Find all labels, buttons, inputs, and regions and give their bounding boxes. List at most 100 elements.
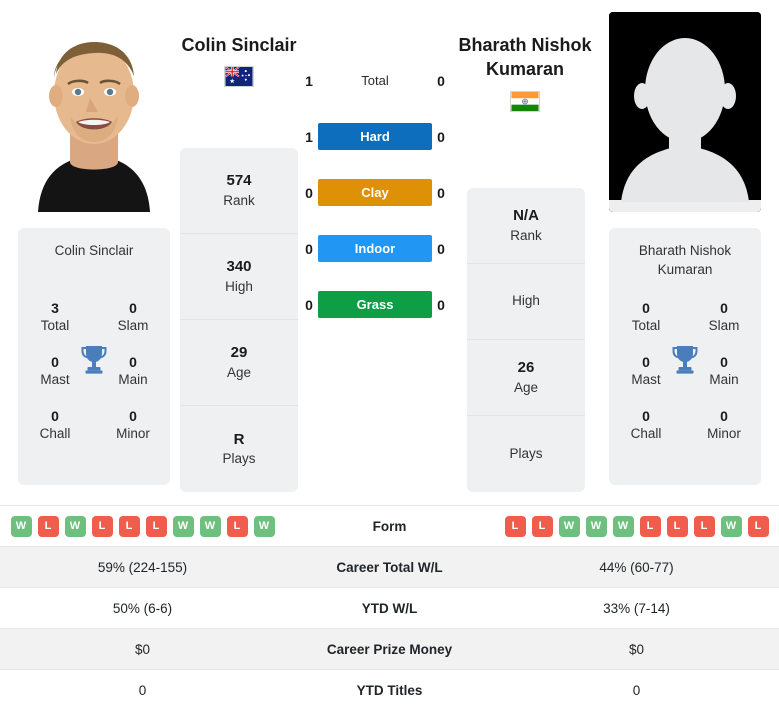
titles-label: Main	[118, 372, 148, 388]
right-player-name: Bharath Nishok Kumaran	[458, 35, 592, 80]
right-plays-label: Plays	[509, 445, 543, 461]
form-badge-loss[interactable]: L	[37, 515, 59, 537]
left-age-cell: 29 Age	[180, 320, 298, 406]
left-high-cell: 340 High	[180, 234, 298, 320]
left-high-label: High	[225, 278, 253, 294]
titles-label: Minor	[707, 426, 741, 442]
titles-value: 0	[129, 354, 137, 371]
row-label-career-wl: Career Total W/L	[285, 546, 494, 588]
right-rank-label: Rank	[510, 227, 542, 243]
head-to-head-panel: 1 Total 0 1 Hard 0 0 Clay 0 0 Indoor 0 0…	[300, 62, 450, 323]
right-titles-grid: 0 Total 0 Slam 0 Mast 0 Main 0 Chall 0 M…	[617, 290, 753, 452]
form-badge-loss[interactable]: L	[747, 515, 769, 537]
left-titles-grid: 3 Total 0 Slam 0 Mast 0 Main 0 Chall 0 M…	[26, 290, 162, 452]
form-badge-loss[interactable]: L	[693, 515, 715, 537]
left-ytd-wl: 50% (6-6)	[0, 587, 285, 629]
player-photo-placeholder-icon	[609, 12, 761, 212]
left-age-label: Age	[226, 364, 252, 380]
h2h-row-grass: 0 Grass 0	[300, 286, 450, 323]
titles-value: 0	[51, 408, 59, 425]
form-badge-win[interactable]: W	[172, 515, 194, 537]
left-age-value: 29	[230, 344, 248, 362]
titles-main: 0 Main	[104, 353, 162, 389]
right-player-photo[interactable]	[609, 12, 761, 212]
table-row-career-prize: $0 Career Prize Money $0	[0, 628, 779, 670]
form-badge-win[interactable]: W	[199, 515, 221, 537]
form-badge-loss[interactable]: L	[226, 515, 248, 537]
right-ytd-titles: 0	[494, 669, 779, 711]
left-player-name: Colin Sinclair	[181, 35, 297, 55]
form-badge-win[interactable]: W	[64, 515, 86, 537]
titles-value: 3	[51, 300, 59, 317]
surface-badge-clay[interactable]: Clay	[318, 179, 432, 206]
left-form-strip: WLWLLLWWLW	[0, 515, 285, 537]
table-row-ytd-titles: 0 YTD Titles 0	[0, 669, 779, 711]
right-rank-value: N/A	[513, 207, 539, 225]
row-label-ytd-wl: YTD W/L	[285, 587, 494, 629]
form-badge-win[interactable]: W	[612, 515, 634, 537]
surface-badge-hard[interactable]: Hard	[318, 123, 432, 150]
form-badge-win[interactable]: W	[253, 515, 275, 537]
titles-row: 0 Total 0 Slam	[617, 290, 753, 344]
titles-slam: 0 Slam	[104, 299, 162, 335]
surface-badge-indoor[interactable]: Indoor	[318, 235, 432, 262]
titles-value: 0	[642, 354, 650, 371]
h2h-row-indoor: 0 Indoor 0	[300, 230, 450, 267]
right-rank-cell: N/A Rank	[467, 188, 585, 264]
titles-value: 0	[129, 408, 137, 425]
form-badge-loss[interactable]: L	[145, 515, 167, 537]
table-row-form: WLWLLLWWLW Form LLWWWLLLWL	[0, 505, 779, 547]
right-age-value: 26	[517, 359, 535, 377]
titles-total: 0 Total	[617, 299, 675, 335]
titles-row: 3 Total 0 Slam	[26, 290, 162, 344]
form-badge-loss[interactable]: L	[91, 515, 113, 537]
titles-value: 0	[642, 408, 650, 425]
right-age-cell: 26 Age	[467, 340, 585, 416]
titles-label: Chall	[630, 426, 662, 442]
left-rank-cell: 574 Rank	[180, 148, 298, 234]
left-ytd-titles: 0	[0, 669, 285, 711]
titles-value: 0	[129, 300, 137, 317]
right-high-label: High	[512, 293, 540, 309]
titles-label: Slam	[708, 318, 740, 334]
row-label-ytd-titles: YTD Titles	[285, 669, 494, 711]
form-badge-win[interactable]: W	[585, 515, 607, 537]
form-badge-loss[interactable]: L	[639, 515, 661, 537]
titles-label: Mast	[631, 372, 661, 388]
h2h-left-count: 1	[305, 72, 313, 89]
h2h-right-count: 0	[437, 296, 445, 313]
titles-label: Minor	[116, 426, 150, 442]
player-comparison-header: Colin Sinclair Bharath Nishok Kumaran 1 …	[0, 0, 779, 500]
form-badge-loss[interactable]: L	[118, 515, 140, 537]
h2h-row-clay: 0 Clay 0	[300, 174, 450, 211]
form-badge-loss[interactable]: L	[666, 515, 688, 537]
trophy-icon	[672, 344, 698, 374]
form-badge-loss[interactable]: L	[531, 515, 553, 537]
left-rank-label: Rank	[223, 192, 255, 208]
left-plays-value: R	[233, 430, 245, 448]
titles-minor: 0 Minor	[695, 407, 753, 443]
form-badge-win[interactable]: W	[558, 515, 580, 537]
titles-minor: 0 Minor	[104, 407, 162, 443]
titles-total: 3 Total	[26, 299, 84, 335]
form-badge-win[interactable]: W	[720, 515, 742, 537]
left-rank-value: 574	[226, 172, 252, 190]
surface-badge-grass[interactable]: Grass	[318, 291, 432, 318]
left-form-cell: WLWLLLWWLW	[0, 505, 285, 547]
h2h-right-count: 0	[437, 128, 445, 145]
right-rank-stack-card: N/A Rank High 26 Age Plays	[467, 188, 585, 492]
h2h-right-count: 0	[437, 184, 445, 201]
h2h-row-total: 1 Total 0	[300, 62, 450, 99]
h2h-right-count: 0	[437, 72, 445, 89]
form-badge-win[interactable]: W	[10, 515, 32, 537]
titles-value: 0	[720, 354, 728, 371]
h2h-left-count: 0	[305, 240, 313, 257]
h2h-left-count: 1	[305, 128, 313, 145]
h2h-right-count: 0	[437, 240, 445, 257]
titles-mast: 0 Mast	[617, 353, 675, 389]
form-badge-loss[interactable]: L	[504, 515, 526, 537]
titles-mast: 0 Mast	[26, 353, 84, 389]
titles-row: 0 Chall 0 Minor	[26, 398, 162, 452]
titles-label: Total	[40, 318, 70, 334]
titles-value: 0	[642, 300, 650, 317]
